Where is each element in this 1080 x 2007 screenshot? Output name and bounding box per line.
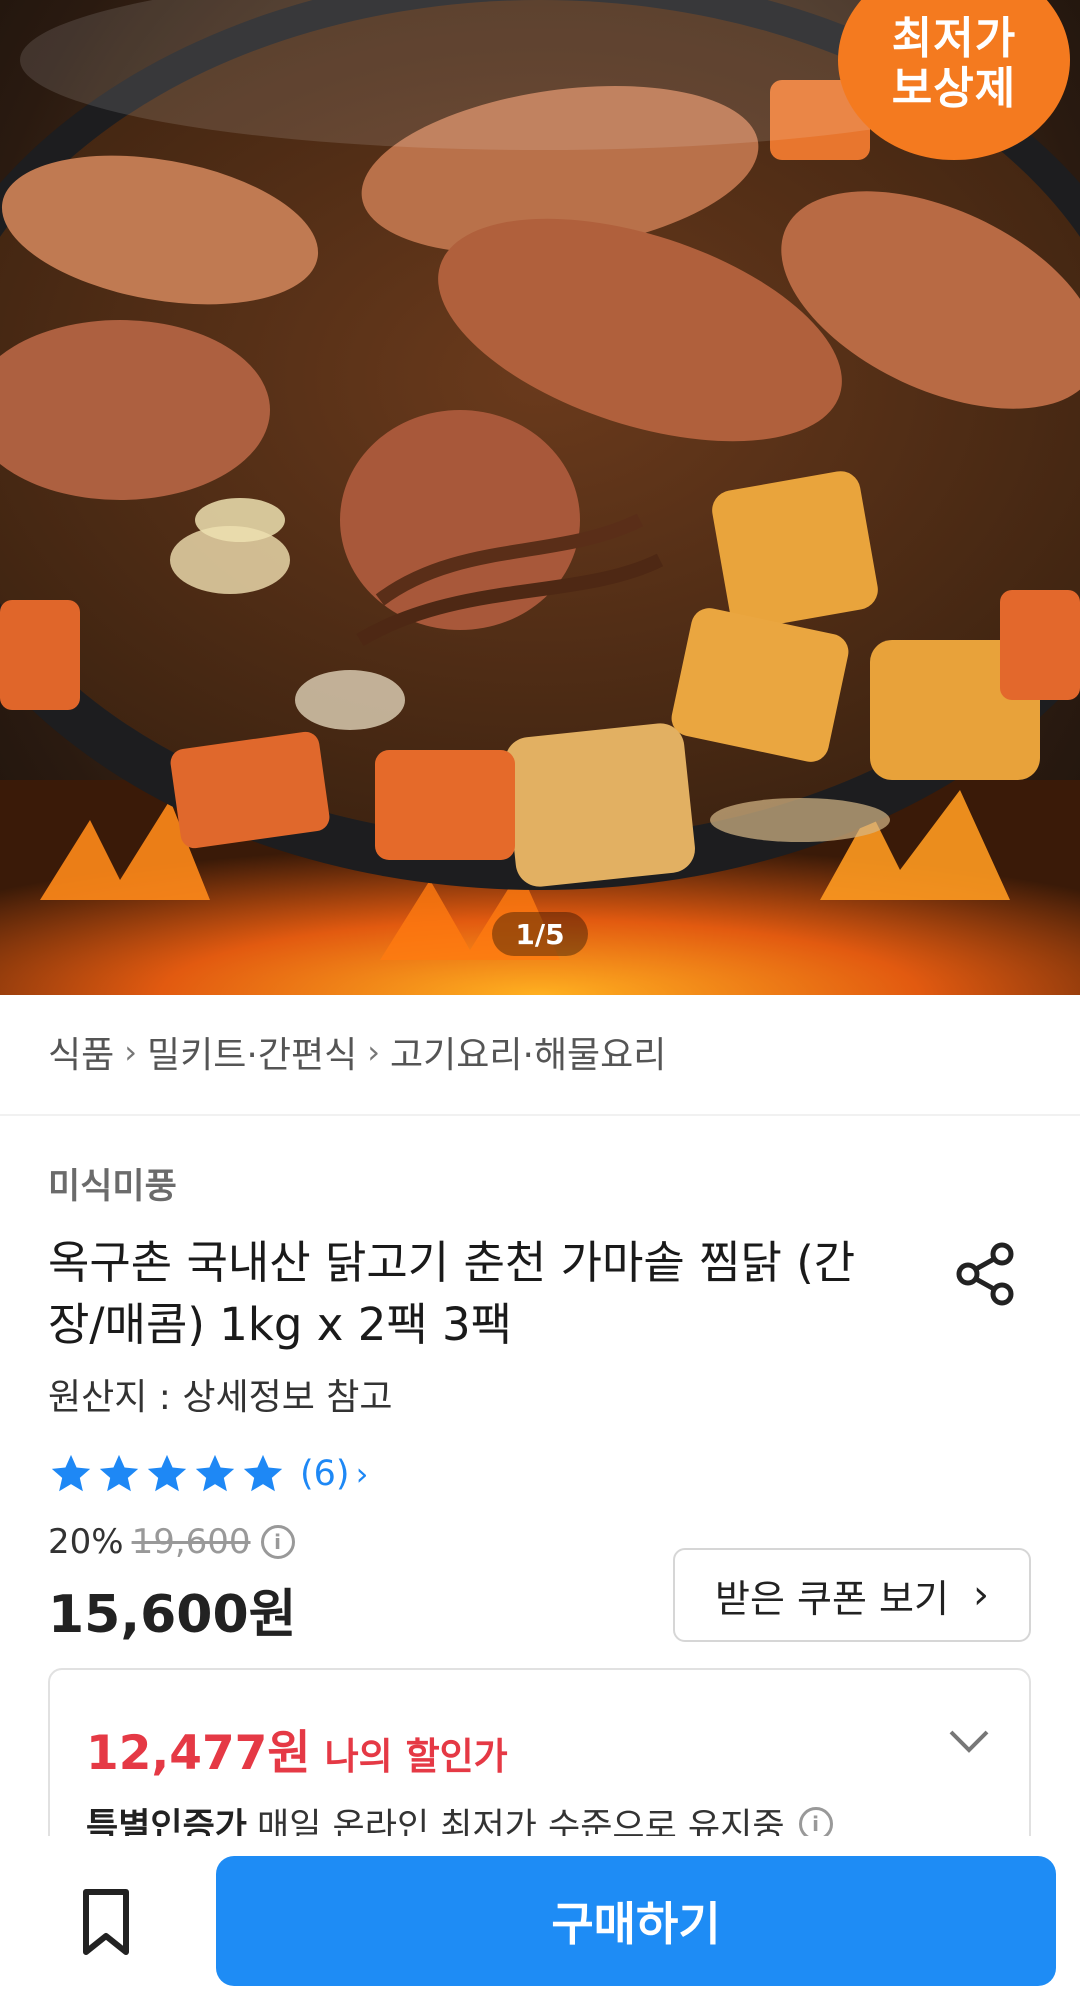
star-icon [243, 1454, 283, 1492]
share-icon[interactable] [952, 1240, 1020, 1308]
sale-price: 15,600원 [48, 1585, 297, 1645]
brand-name[interactable]: 미식미풍 [48, 1158, 177, 1209]
breadcrumb-item-mealkit[interactable]: 밀키트·간편식 [147, 1026, 357, 1078]
origin-info: 원산지 : 상세정보 참고 [48, 1377, 393, 1418]
view-coupons-button[interactable]: 받은 쿠폰 보기 › [673, 1548, 1031, 1642]
my-discount-price: 12,477원 나의 할인가 [86, 1714, 508, 1783]
star-icon [51, 1454, 91, 1492]
chevron-right-icon: › [367, 1033, 381, 1071]
buy-button[interactable]: 구매하기 [216, 1856, 1056, 1986]
info-icon[interactable]: i [260, 1525, 295, 1559]
section-divider [0, 1114, 1080, 1116]
star-icon [147, 1454, 187, 1492]
breadcrumb: 식품 › 밀키트·간편식 › 고기요리·해물요리 [48, 1022, 666, 1082]
chevron-right-icon: › [972, 1572, 989, 1618]
chevron-down-icon[interactable] [947, 1726, 991, 1756]
breadcrumb-item-food[interactable]: 식품 [48, 1026, 114, 1078]
image-counter: 1/5 [492, 912, 588, 956]
star-icon [99, 1454, 139, 1492]
discount-rate: 20% [48, 1522, 124, 1562]
badge-line2: 보상제 [891, 63, 1017, 114]
star-rating [48, 1451, 286, 1497]
bottom-action-bar: 구매하기 [0, 1836, 1080, 2007]
my-discount-amount: 12,477원 [86, 1726, 311, 1781]
star-icon [195, 1454, 235, 1492]
chevron-right-icon: › [124, 1033, 138, 1071]
discount-line: 20% 19,600 i [48, 1516, 295, 1568]
my-discount-label: 나의 할인가 [324, 1735, 508, 1778]
original-price: 19,600 [131, 1522, 251, 1562]
badge-line1: 최저가 [891, 13, 1017, 64]
coupon-label: 받은 쿠폰 보기 [715, 1576, 949, 1621]
rating-row[interactable]: (6) › [48, 1444, 368, 1504]
chevron-right-icon: › [355, 1455, 369, 1493]
bookmark-icon[interactable] [72, 1886, 140, 1958]
breadcrumb-item-meat-seafood[interactable]: 고기요리·해물요리 [390, 1026, 666, 1078]
product-title: 옥구촌 국내산 닭고기 춘천 가마솥 찜닭 (간장/매콤) 1kg x 2팩 3… [48, 1236, 856, 1351]
review-count[interactable]: (6) [300, 1454, 350, 1494]
product-image[interactable]: 최저가 보상제 1/5 [0, 0, 1080, 995]
